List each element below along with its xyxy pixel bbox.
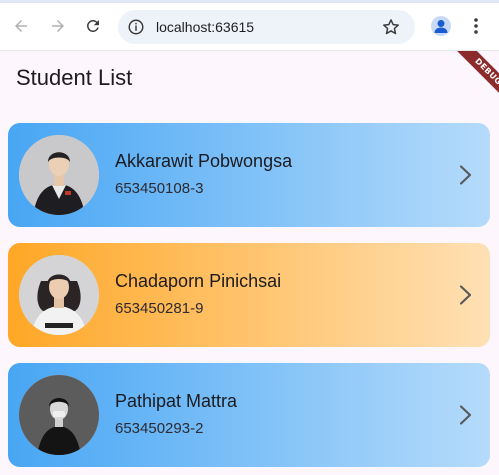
debug-banner: DEBUG — [439, 51, 499, 111]
reload-icon — [86, 19, 99, 32]
student-name: Pathipat Mattra — [115, 391, 238, 411]
student-photo — [19, 255, 99, 335]
student-name: Akkarawit Pobwongsa — [115, 151, 293, 171]
arrow-back-icon — [15, 20, 27, 32]
student-photo — [19, 375, 99, 455]
url-text[interactable]: localhost:63615 — [156, 10, 254, 44]
address-bar[interactable]: localhost:63615 — [118, 10, 415, 44]
avatar — [19, 375, 99, 455]
forward-button[interactable] — [45, 13, 71, 39]
chevron-right-icon[interactable] — [456, 283, 476, 307]
student-card[interactable]: Chadaporn Pinichsai 653450281-9 — [8, 243, 490, 347]
student-name: Chadaporn Pinichsai — [115, 271, 282, 291]
browser-toolbar: localhost:63615 — [0, 0, 499, 51]
chevron-right-icon[interactable] — [456, 403, 476, 427]
avatar — [19, 135, 99, 215]
reload-button[interactable] — [80, 13, 106, 39]
student-card[interactable]: Akkarawit Pobwongsa 653450108-3 — [8, 123, 490, 227]
student-photo — [19, 135, 99, 215]
profile-button[interactable] — [431, 16, 451, 36]
page-title: Student List — [16, 65, 133, 90]
tab-strip — [0, 0, 499, 3]
chevron-right-icon[interactable] — [456, 163, 476, 187]
profile-icon — [434, 20, 448, 33]
student-id: 653450108-3 — [115, 180, 204, 197]
app-body: Student List DEBUG Akkarawit Pobwongsa 6… — [0, 51, 499, 475]
student-id: 653450281-9 — [115, 300, 204, 317]
avatar — [19, 255, 99, 335]
back-button[interactable] — [8, 13, 34, 39]
student-id: 653450293-2 — [115, 420, 204, 437]
more-vert-icon[interactable] — [466, 16, 486, 36]
star-icon[interactable] — [381, 17, 401, 37]
arrow-forward-icon — [52, 20, 64, 32]
debug-banner-label: DEBUG — [451, 51, 499, 109]
student-card[interactable]: Pathipat Mattra 653450293-2 — [8, 363, 490, 467]
info-icon[interactable] — [127, 18, 145, 36]
